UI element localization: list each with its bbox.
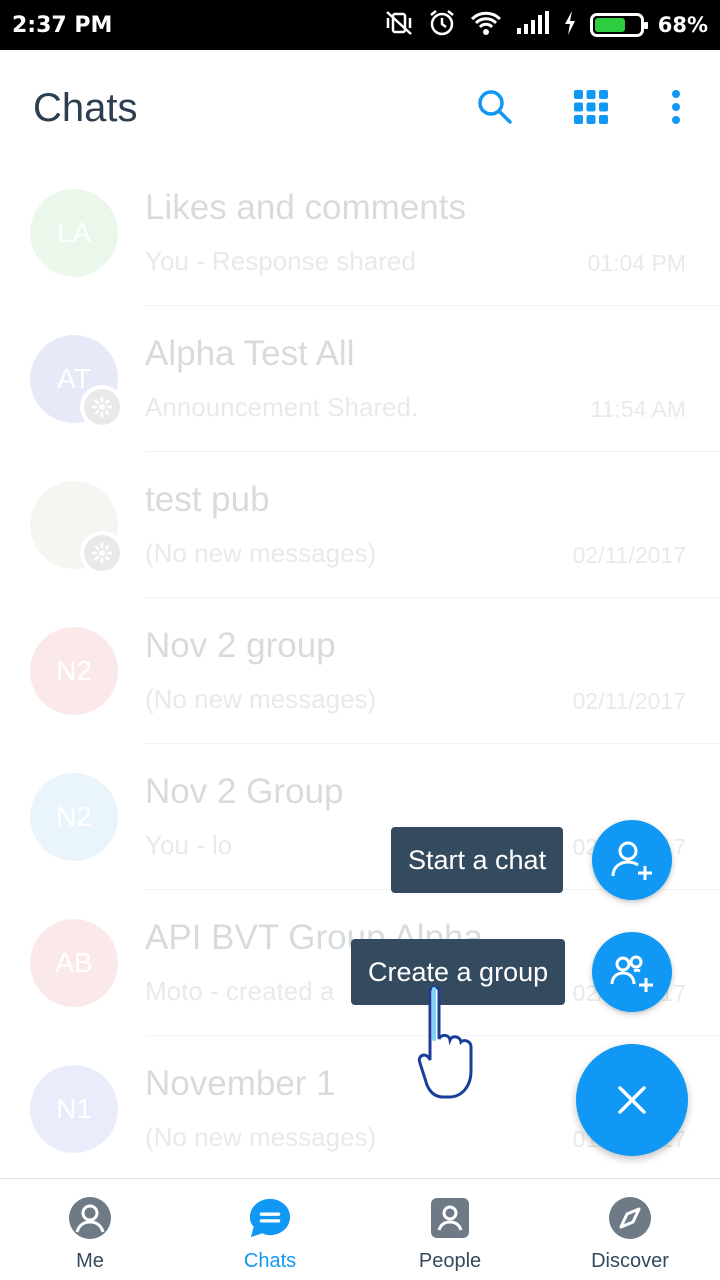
chat-name: Alpha Test All [145, 334, 355, 373]
app-bar: Chats [0, 50, 720, 166]
avatar-initials: N1 [56, 1093, 92, 1124]
nav-item-me[interactable]: Me [0, 1179, 180, 1280]
more-vertical-icon [672, 90, 680, 124]
nav-item-people[interactable]: People [360, 1179, 540, 1280]
nav-label-people: People [418, 1250, 482, 1272]
compass-icon [608, 1196, 652, 1240]
nav-item-discover[interactable]: Discover [540, 1179, 720, 1280]
avatar: N2 [30, 773, 118, 861]
charging-icon [564, 10, 576, 40]
bottom-navigation: Me Chats People Discover [0, 1178, 720, 1280]
vibrate-off-icon [384, 9, 414, 42]
add-group-icon [610, 955, 653, 992]
chat-name: test pub [145, 480, 270, 519]
battery-percent: 68% [657, 13, 708, 37]
chat-last-message: You - Response shared [145, 246, 416, 276]
chat-name: Nov 2 Group [145, 772, 344, 811]
status-icons: 68% [384, 9, 708, 42]
chat-last-message: (No new messages) [145, 538, 377, 568]
wifi-icon [470, 10, 502, 41]
pointing-hand-icon [413, 983, 483, 1116]
close-icon [618, 1086, 646, 1114]
battery-icon [589, 13, 648, 37]
start-chat-button[interactable] [592, 820, 672, 900]
avatar-initials: N2 [56, 801, 92, 832]
chat-last-message: (No new messages) [145, 1122, 377, 1152]
group-badge [80, 385, 124, 429]
overflow-menu-button[interactable] [651, 82, 701, 132]
nav-label-chats: Chats [243, 1250, 297, 1272]
chat-name: Nov 2 group [145, 626, 336, 665]
chat-last-message: (No new messages) [145, 684, 377, 714]
avatar-initials: N2 [56, 655, 92, 686]
nav-item-chats[interactable]: Chats [180, 1179, 360, 1280]
avatar: N1 [30, 1065, 118, 1153]
nav-label-discover: Discover [591, 1250, 669, 1272]
group-badge [80, 531, 124, 575]
avatar: LA [30, 189, 118, 277]
chat-time: 02/11/2017 [572, 542, 686, 568]
page-title: Chats [33, 86, 138, 130]
chat-row[interactable]: AT Alpha Test All Announcement Shared. 1… [0, 306, 720, 452]
status-time: 2:37 PM [12, 12, 113, 38]
flower-icon [92, 397, 112, 417]
chat-time: 02/11/2017 [572, 688, 686, 714]
chat-time: 11:54 AM [590, 396, 686, 422]
chat-last-message: Announcement Shared. [145, 392, 419, 422]
flower-icon [92, 543, 112, 563]
grid-icon [574, 90, 608, 124]
chat-row[interactable]: N2 Nov 2 group (No new messages) 02/11/2… [0, 598, 720, 744]
chat-last-message: Moto - created a [145, 976, 335, 1006]
profile-icon [68, 1196, 112, 1240]
avatar: N2 [30, 627, 118, 715]
create-group-button[interactable] [592, 932, 672, 1012]
chat-row[interactable]: LA Likes and comments You - Response sha… [0, 160, 720, 306]
add-person-icon [611, 841, 652, 880]
chat-name: November 1 [145, 1064, 336, 1103]
avatar-initials: LA [56, 217, 92, 248]
close-fab-button[interactable] [576, 1044, 688, 1156]
apps-grid-button[interactable] [566, 82, 616, 132]
chat-row[interactable]: test pub (No new messages) 02/11/2017 [0, 452, 720, 598]
contacts-icon [428, 1196, 472, 1240]
chat-bubble-icon [248, 1196, 292, 1240]
status-bar: 2:37 PM 68% [0, 0, 720, 50]
chat-time: 01:04 PM [587, 250, 686, 276]
search-icon [478, 90, 512, 124]
signal-icon [516, 10, 550, 41]
chat-list: LA Likes and comments You - Response sha… [0, 160, 720, 1182]
avatar-initials: AB [55, 947, 93, 978]
alarm-icon [428, 9, 456, 42]
nav-label-me: Me [76, 1250, 104, 1272]
search-button[interactable] [470, 82, 520, 132]
chat-name: Likes and comments [145, 188, 466, 227]
start-chat-label[interactable]: Start a chat [391, 827, 564, 893]
chat-last-message: You - lo [145, 830, 233, 860]
avatar: AB [30, 919, 118, 1007]
